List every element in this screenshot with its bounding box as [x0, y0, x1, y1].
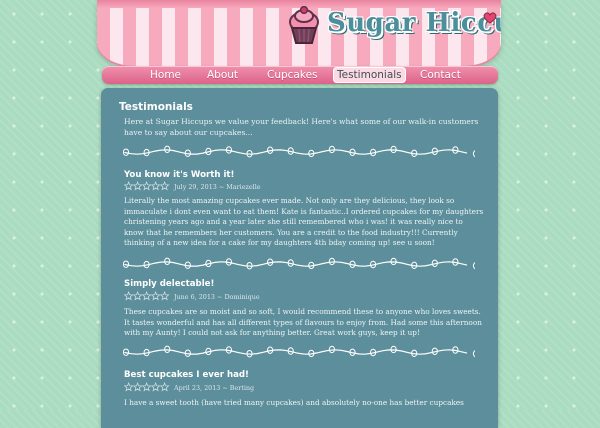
- nav-item-contact[interactable]: Contact: [416, 68, 465, 82]
- divider-bead: [472, 150, 475, 158]
- cupcake-icon: [289, 6, 319, 44]
- star-icon: [132, 382, 143, 392]
- testimonial-title: Best cupcakes I ever had!: [124, 370, 249, 380]
- divider-bead: [472, 262, 475, 270]
- star-icon: [141, 181, 152, 191]
- logo-text: Sugar Hiccups: [327, 8, 501, 38]
- awning-header: Sugar Hiccups: [97, 0, 501, 66]
- star-icon: [159, 291, 170, 301]
- nav-item-home[interactable]: Home: [146, 68, 185, 82]
- star-icon: [159, 382, 170, 392]
- star-icon: [150, 181, 161, 191]
- nav-item-testimonials[interactable]: Testimonials: [333, 67, 406, 83]
- testimonial-date: July 29, 2013: [174, 183, 217, 191]
- testimonial-date: April 23, 2013: [174, 384, 221, 392]
- star-icon: [124, 291, 134, 301]
- star-icon: [150, 382, 161, 392]
- testimonial-meta: April 23, 2013 ~ Berting: [174, 384, 254, 392]
- testimonial-body: I have a sweet tooth (have tried many cu…: [124, 398, 464, 407]
- nav-item-cupcakes[interactable]: Cupcakes: [263, 68, 322, 82]
- string-divider: [123, 145, 475, 158]
- testimonial-author: Mariezelle: [226, 183, 261, 191]
- star-icon: [124, 382, 134, 392]
- testimonial-title: Simply delectable!: [124, 279, 215, 289]
- intro-text: Here at Sugar Hiccups we value your feed…: [124, 117, 479, 137]
- site-logo[interactable]: Sugar Hiccups: [287, 6, 501, 46]
- star-icon: [124, 181, 134, 191]
- star-icon: [159, 181, 170, 191]
- page-title: Testimonials: [119, 101, 193, 113]
- star-rating: [124, 181, 170, 191]
- divider-bead: [472, 350, 475, 358]
- star-icon: [141, 382, 152, 392]
- string-divider: [123, 345, 475, 358]
- star-icon: [141, 291, 152, 301]
- star-icon: [132, 181, 143, 191]
- testimonial-meta: June 6, 2013 ~ Dominique: [174, 293, 260, 301]
- testimonial-body: Literally the most amazing cupcakes ever…: [124, 196, 484, 248]
- meta-separator: ~: [222, 384, 230, 392]
- testimonial-date: June 6, 2013: [174, 293, 215, 301]
- testimonial-meta: July 29, 2013 ~ Mariezelle: [174, 183, 261, 191]
- main-nav: Home About Cupcakes Testimonials Contact: [102, 66, 498, 84]
- star-rating: [124, 291, 170, 301]
- testimonial-body: These cupcakes are so moist and so soft,…: [124, 307, 482, 338]
- heart-icon: [483, 12, 497, 24]
- testimonial-title: You know it's Worth it!: [124, 170, 235, 180]
- star-rating: [124, 382, 170, 392]
- testimonial-author: Berting: [229, 384, 255, 392]
- nav-item-about[interactable]: About: [203, 68, 242, 82]
- string-divider: [123, 257, 475, 270]
- star-icon: [132, 291, 143, 301]
- star-icon: [150, 291, 161, 301]
- testimonial-author: Dominique: [224, 293, 260, 301]
- content-panel: Testimonials Here at Sugar Hiccups we va…: [101, 88, 498, 428]
